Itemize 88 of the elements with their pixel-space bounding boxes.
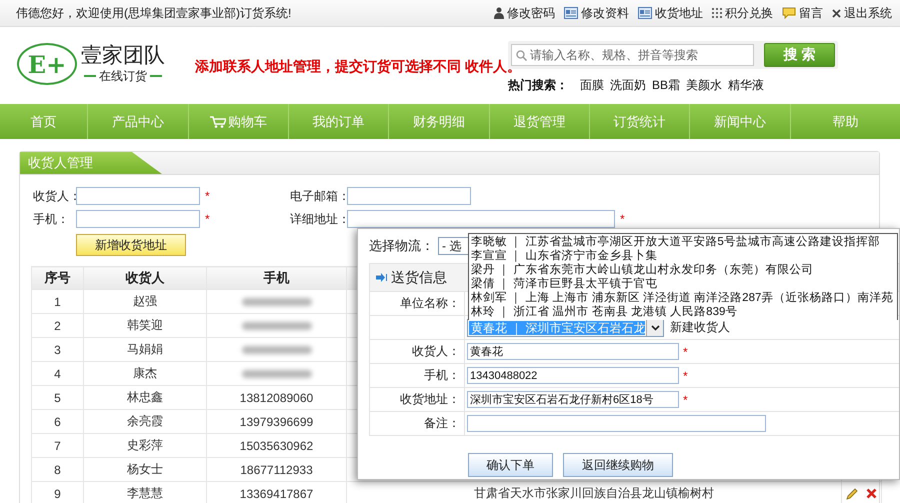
- field-label: 备注：: [424, 416, 460, 430]
- table-cell: 余亮霞: [84, 410, 206, 434]
- cart-icon: [210, 116, 226, 128]
- field-label: 收货人：: [412, 344, 460, 358]
- dropdown-option[interactable]: 李晓敏 ｜ 江苏省盐城市亭湖区开放大道平安路5号盐城市高速公路建设指挥部: [471, 235, 895, 249]
- text-field[interactable]: 13430488022: [467, 367, 679, 384]
- table-cell: 3: [32, 338, 84, 362]
- pencil-icon: [846, 488, 858, 500]
- text-field[interactable]: [76, 210, 200, 228]
- table-cell: 康杰: [84, 362, 206, 386]
- table-cell: 马娟娟: [84, 338, 206, 362]
- dropdown-option[interactable]: 林玲 ｜ 浙江省 温州市 苍南县 龙港镇 人民路839号: [471, 305, 895, 319]
- new-consignee-label: 新建收货人: [670, 319, 730, 336]
- dropdown-option[interactable]: 李宣宣 ｜ 山东省济宁市金乡县卜集: [471, 249, 895, 263]
- text-field[interactable]: 黄春花: [467, 343, 679, 360]
- chevron-down-icon: [650, 324, 660, 330]
- top-link[interactable]: 留言: [799, 4, 823, 22]
- logo-mark: E+: [17, 43, 77, 85]
- close-icon: [832, 8, 841, 18]
- table-cell: 1: [32, 290, 84, 314]
- required-mark: *: [205, 212, 211, 226]
- field-label: 手机：: [424, 368, 460, 382]
- column-header: 收货人: [84, 266, 206, 290]
- hot-keyword-link[interactable]: 精华液: [728, 77, 764, 94]
- add-address-button[interactable]: 新增收货地址: [76, 234, 186, 256]
- table-cell: 18677112933: [206, 458, 346, 482]
- table-cell: 9: [32, 482, 84, 503]
- dots-icon: [712, 8, 722, 18]
- speech-bubble-icon: [782, 7, 796, 19]
- table-cell: 13812089060: [206, 386, 346, 410]
- top-link[interactable]: 修改资料: [581, 4, 629, 22]
- table-cell: 韩笑迎: [84, 314, 206, 338]
- search-field[interactable]: 请输入名称、规格、拼音等搜索: [511, 44, 754, 66]
- logo-tagline: 在线订货: [99, 68, 147, 84]
- text-field[interactable]: [467, 415, 766, 432]
- text-field[interactable]: [76, 187, 200, 205]
- table-cell: 4: [32, 362, 84, 386]
- greeting-text: 伟德您好，欢迎使用(思埠集团壹家事业部)订货系统!: [16, 4, 292, 22]
- field-label: 详细地址：: [290, 210, 347, 228]
- person-icon: [494, 7, 504, 19]
- top-link[interactable]: 修改密码: [507, 4, 555, 22]
- column-header: 序号: [32, 266, 84, 290]
- hot-search-label: 热门搜索：: [508, 77, 568, 94]
- text-field[interactable]: 深圳市宝安区石岩石龙仔新村6区18号: [467, 391, 679, 408]
- dropdown-option[interactable]: 梁倩 ｜ 菏泽市巨野县太平镇于官屯: [471, 277, 895, 291]
- field-label: 电子邮箱：: [290, 188, 347, 204]
- confirm-order-button[interactable]: 确认下单: [468, 453, 553, 477]
- text-field[interactable]: [347, 210, 615, 228]
- field-label: 收货地址：: [400, 392, 460, 406]
- table-cell: 6: [32, 410, 84, 434]
- hot-keyword-link[interactable]: 面膜: [580, 77, 604, 94]
- required-mark: *: [683, 368, 688, 382]
- column-header: 手机: [206, 266, 346, 290]
- table-cell: 5: [32, 386, 84, 410]
- required-mark: *: [683, 392, 688, 406]
- table-cell: 2: [32, 314, 84, 338]
- table-cell: 林忠鑫: [84, 386, 206, 410]
- table-cell: 杨女士: [84, 458, 206, 482]
- table-cell: 赵强: [84, 290, 206, 314]
- field-label: 选择物流：: [369, 237, 434, 255]
- logo-name: 壹家团队: [81, 44, 165, 68]
- field-label: 收货人：: [33, 188, 76, 204]
- card-icon: [638, 7, 652, 19]
- required-mark: *: [683, 344, 688, 358]
- dropdown-option[interactable]: 梁丹 ｜ 广东省东莞市大岭山镇龙山村永发印务（东莞）有限公司: [471, 263, 895, 277]
- hot-keyword-link[interactable]: 美颜水: [686, 77, 722, 94]
- search-icon: [516, 50, 527, 60]
- table-cell: 7: [32, 434, 84, 458]
- field-label: 手机：: [33, 210, 70, 228]
- field-label: 单位名称：: [400, 296, 460, 310]
- required-mark: *: [205, 189, 211, 203]
- card-icon: [564, 7, 578, 19]
- table-cell: 13979396699: [206, 410, 346, 434]
- section-title: 送货信息: [391, 268, 447, 286]
- delete-icon: [866, 488, 877, 499]
- arrow-icon: [376, 273, 388, 282]
- top-link[interactable]: 退出系统: [844, 4, 892, 22]
- top-link[interactable]: 收货地址: [655, 4, 703, 22]
- table-cell: 史彩萍: [84, 434, 206, 458]
- required-mark: *: [620, 212, 625, 226]
- dropdown-option[interactable]: 林剑军 ｜ 上海 上海市 浦东新区 洋泾街道 南洋泾路287弄（近张杨路口）南洋苑: [471, 291, 895, 305]
- table-cell: 8: [32, 458, 84, 482]
- hot-keyword-link[interactable]: 洗面奶: [610, 77, 646, 94]
- continue-shopping-button[interactable]: 返回继续购物: [563, 453, 673, 477]
- text-field[interactable]: [347, 187, 471, 205]
- table-cell: 15035630962: [206, 434, 346, 458]
- top-link[interactable]: 积分兑换: [725, 4, 773, 22]
- hot-keyword-link[interactable]: BB霜: [652, 77, 680, 94]
